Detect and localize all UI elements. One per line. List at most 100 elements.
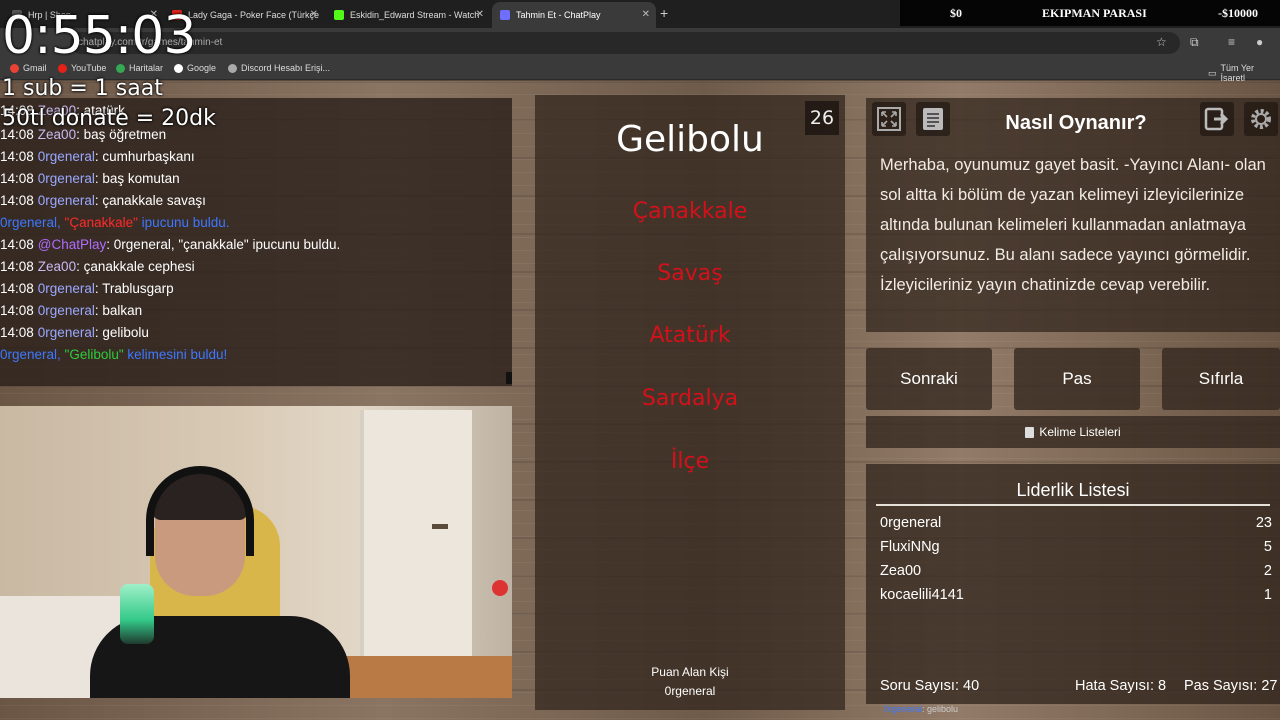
forbidden-word: Çanakkale (632, 199, 748, 224)
forbidden-word: Savaş (657, 261, 723, 286)
bookmark-star-icon[interactable]: ☆ (1156, 35, 1167, 49)
notes-button[interactable] (916, 102, 950, 136)
bookmark-discord[interactable]: Discord Hesabı Erişi... (228, 63, 330, 73)
chat-message: 14:08 0rgeneral: çanakkale savaşı (0, 193, 206, 208)
close-tab-icon[interactable]: ✕ (642, 9, 650, 20)
chat-message: 14:08 0rgeneral: balkan (0, 303, 143, 318)
settings-button[interactable] (1244, 102, 1278, 136)
player-name: 0rgeneral (880, 515, 942, 531)
how-to-play-panel: Nasıl Oynanır? Merhaba, oyunumuz gayet b… (866, 98, 1280, 332)
system-text: 0rgeneral, (0, 215, 65, 230)
donate-rule-text: 50tl donate = 20dk (2, 106, 216, 131)
leaderboard-divider (876, 504, 1270, 506)
floor-shape (330, 656, 512, 698)
scorer-label: Puan Alan Kişi (651, 665, 729, 679)
system-text: kelimesini buldu! (123, 347, 228, 362)
chat-message: 14:08 0rgeneral: Trablusgarp (0, 281, 174, 296)
equipment-title: EKIPMAN PARASI (1042, 6, 1147, 20)
gear-icon (1251, 109, 1271, 129)
chat-user: 0rgeneral (37, 171, 95, 186)
word-lists-button[interactable]: Kelime Listeleri (866, 416, 1280, 448)
red-sticker-shape (492, 580, 508, 596)
fullscreen-icon (877, 107, 901, 131)
all-bookmarks-folder[interactable]: ▭ Tüm Yer İşaretl (1208, 63, 1280, 83)
target-word: Gelibolu (616, 119, 764, 160)
question-count: Soru Sayısı: 40 (880, 678, 980, 694)
tab-title: Eskidin_Edward Stream - Watch (350, 10, 480, 20)
how-to-play-title: Nasıl Oynanır? (1005, 112, 1147, 134)
tab-title: Tahmin Et - ChatPlay (516, 10, 601, 20)
fullscreen-button[interactable] (872, 102, 906, 136)
chat-user: @ChatPlay (37, 237, 107, 252)
chat-message: 14:08 0rgeneral: baş komutan (0, 171, 180, 186)
found-hint-word: "Çanakkale" (64, 215, 138, 230)
chat-text: 0rgeneral, "çanakkale" ipucunu buldu. (113, 237, 341, 252)
new-tab-button[interactable]: + (660, 5, 668, 21)
chat-panel: 14:08 Zea00: atatürk 14:08 Zea00: baş öğre… (0, 98, 512, 386)
leaderboard-panel: Liderlik Listesi 0rgeneral 23 FluxiNNg 5… (866, 464, 1280, 704)
folder-icon: ▭ (1208, 67, 1217, 78)
webcam-feed (0, 406, 512, 698)
pass-button[interactable]: Pas (1014, 348, 1140, 410)
chat-text: cumhurbaşkanı (102, 149, 195, 164)
chat-user: 0rgeneral (37, 281, 95, 296)
chat-user: 0rgeneral (37, 325, 95, 340)
chat-time: 14:08 (0, 149, 34, 164)
player-name: FluxiNNg (880, 539, 940, 555)
browser-tab-kick[interactable]: Eskidin_Edward Stream - Watch ✕ (326, 2, 490, 28)
ticker-user: 0rgeneral (884, 704, 923, 714)
door-handle-shape (432, 524, 448, 529)
chat-time: 14:08 (0, 171, 34, 186)
word-lists-label: Kelime Listeleri (1039, 425, 1121, 439)
forbidden-word: Sardalya (641, 386, 739, 411)
player-score: 23 (1255, 515, 1272, 531)
equipment-money-bar: $0 EKIPMAN PARASI -$10000 (900, 0, 1280, 26)
player-name: Zea00 (880, 563, 922, 579)
sub-rule-text: 1 sub = 1 saat (2, 76, 163, 101)
error-count: Hata Sayısı: 8 (1075, 678, 1167, 694)
extensions-icon[interactable]: ⧉ (1190, 35, 1199, 50)
chat-scrollbar[interactable] (506, 372, 512, 384)
chat-user: 0rgeneral (37, 303, 95, 318)
forbidden-word: İlçe (670, 449, 710, 474)
player-name: kocaelili4141 (880, 587, 964, 603)
leaderboard-title: Liderlik Listesi (1016, 480, 1130, 500)
media-control-icon[interactable]: ≡ (1228, 35, 1235, 49)
player-score: 1 (1263, 587, 1272, 603)
chat-text: çanakkale savaşı (102, 193, 206, 208)
found-target-word: "Gelibolu" (64, 347, 124, 362)
leaderboard-row: Zea00 2 (880, 563, 1272, 579)
url-input[interactable]: chatplay.com.tr/games/tahmin-et (70, 32, 1180, 54)
chat-time: 14:08 (0, 303, 34, 318)
chat-text: çanakkale cephesi (83, 259, 195, 274)
chat-message: 14:08 @ChatPlay: 0rgeneral, "çanakkale" i… (0, 237, 341, 252)
leaderboard-row: 0rgeneral 23 (880, 515, 1272, 531)
chat-ticker: 0rgeneral: gelibolu (884, 704, 958, 714)
browser-tab-chatplay[interactable]: Tahmin Et - ChatPlay ✕ (492, 2, 656, 28)
bookmark-label: Tüm Yer İşaretl (1220, 63, 1255, 83)
chatplay-favicon-icon (500, 10, 510, 20)
reset-button[interactable]: Sıfırla (1162, 348, 1280, 410)
profile-icon[interactable]: ● (1256, 35, 1263, 49)
next-button[interactable]: Sonraki (866, 348, 992, 410)
close-tab-icon[interactable]: ✕ (310, 9, 318, 20)
exit-button[interactable] (1200, 102, 1234, 136)
close-tab-icon[interactable]: ✕ (476, 9, 484, 20)
leaderboard-row: FluxiNNg 5 (880, 539, 1272, 555)
chat-time: 14:08 (0, 325, 34, 340)
forbidden-word: Atatürk (649, 323, 731, 348)
leaderboard-row: kocaelili4141 1 (880, 587, 1272, 603)
subathon-timer: 0:55:03 (2, 6, 196, 66)
chat-message: 14:08 0rgeneral: cumhurbaşkanı (0, 149, 195, 164)
chat-text: baş komutan (102, 171, 180, 186)
chat-time: 14:08 (0, 259, 34, 274)
how-to-play-text: Merhaba, oyunumuz gayet basit. -Yayıncı … (880, 156, 1266, 294)
chat-time: 14:08 (0, 281, 34, 296)
bookmark-label: Discord Hesabı Erişi... (241, 63, 331, 73)
chat-text: balkan (102, 303, 143, 318)
word-card: 26 Gelibolu Çanakkale Savaş Atatürk Sard… (535, 95, 845, 710)
chat-user: 0rgeneral (37, 149, 95, 164)
chat-message: 14:08 0rgeneral: gelibolu (0, 325, 149, 340)
chat-time: 14:08 (0, 193, 34, 208)
system-text: ipucunu buldu. (137, 215, 230, 230)
